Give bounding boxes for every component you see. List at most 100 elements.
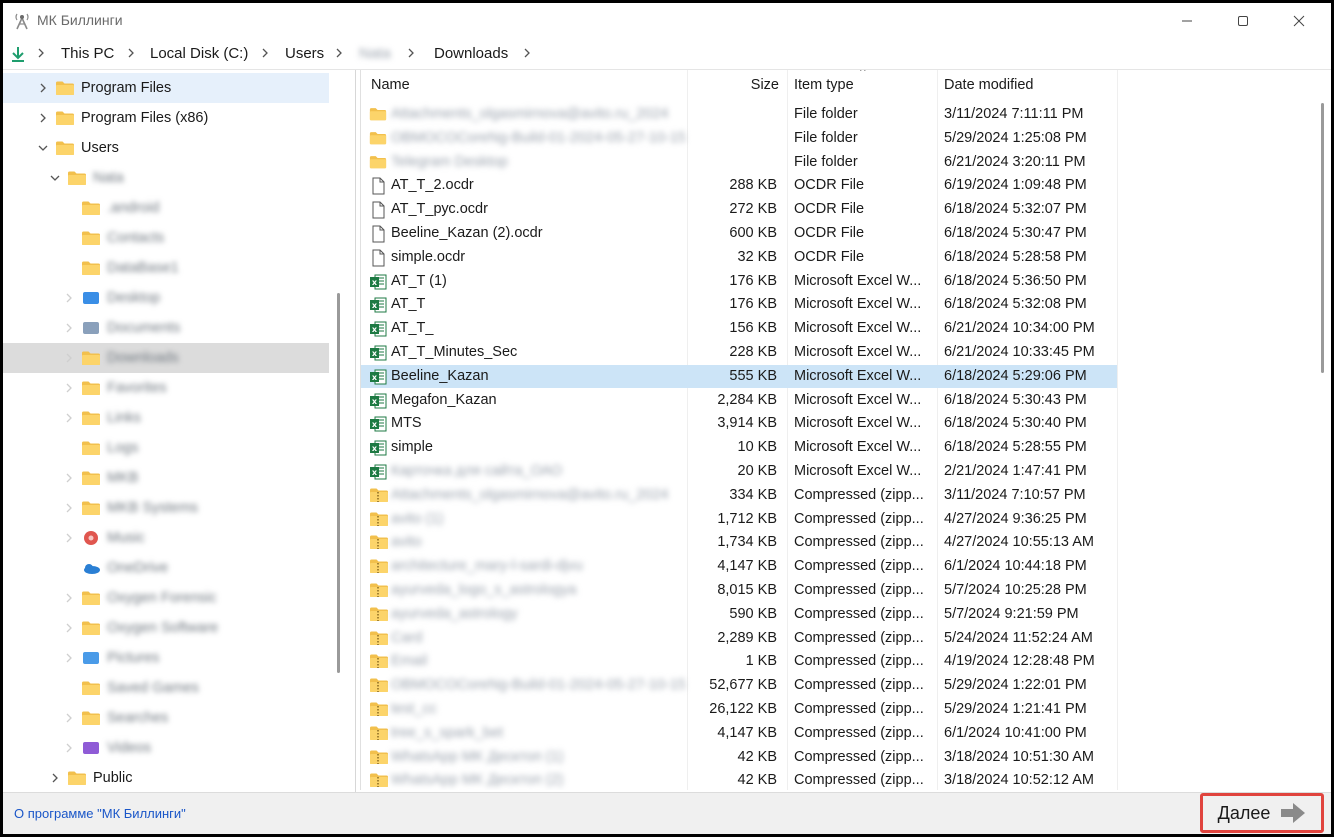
- table-row[interactable]: Email 1 KB Compressed (zipp... 4/19/2024 12…: [361, 650, 1117, 673]
- tree-item[interactable]: Favorites: [3, 373, 329, 403]
- tree-item[interactable]: MKB: [3, 463, 329, 493]
- tree-expander[interactable]: [63, 562, 75, 574]
- table-row[interactable]: OBMOCOCoreNg-Build-01-2024-05-27-10-15-3…: [361, 127, 1117, 150]
- tree-item[interactable]: Downloads: [3, 343, 329, 373]
- table-row[interactable]: x AT_T_ 156 KB Microsoft Excel W... 6/21/202…: [361, 317, 1117, 340]
- breadcrumb-item-downloads[interactable]: Downloads: [434, 45, 508, 62]
- tree-expander[interactable]: [63, 742, 75, 754]
- column-header-size[interactable]: Size: [691, 70, 779, 100]
- tree-item[interactable]: Searches: [3, 703, 329, 733]
- tree-item[interactable]: .android: [3, 193, 329, 223]
- chevron-right-icon[interactable]: [63, 652, 75, 664]
- tree-item[interactable]: OneDrive: [3, 553, 329, 583]
- file-list[interactable]: Name Size Item type ^ Date modified Atta…: [360, 70, 1319, 790]
- tree-item[interactable]: DataBase1: [3, 253, 329, 283]
- tree-item[interactable]: Links: [3, 403, 329, 433]
- tree-item[interactable]: Music: [3, 523, 329, 553]
- table-row[interactable]: WhatsApp MK Десктоп (1) 42 KB Compressed (…: [361, 746, 1117, 769]
- table-row[interactable]: architecture_mary-l-sardi-djvu 4,147 KB Co…: [361, 555, 1117, 578]
- table-row[interactable]: x AT_T (1) 176 KB Microsoft Excel W... 6/18/…: [361, 270, 1117, 293]
- tree-scrollbar[interactable]: [337, 293, 340, 673]
- column-divider[interactable]: [1117, 70, 1118, 790]
- chevron-right-icon[interactable]: [63, 742, 75, 754]
- tree-expander[interactable]: [63, 592, 75, 604]
- table-row[interactable]: x Карточка для сайта_ОАО 20 KB Microsoft Ex…: [361, 460, 1117, 483]
- chevron-down-icon[interactable]: [49, 172, 61, 184]
- chevron-right-icon[interactable]: [63, 412, 75, 424]
- table-row[interactable]: WhatsApp MK Десктоп (2) 42 KB Compressed (…: [361, 769, 1117, 790]
- tree-expander[interactable]: [37, 82, 49, 94]
- tree-item[interactable]: Oxygen Software: [3, 613, 329, 643]
- breadcrumb-item-user-folder[interactable]: Nata: [359, 45, 391, 62]
- table-row[interactable]: x MTS 3,914 KB Microsoft Excel W... 6/18/202…: [361, 412, 1117, 435]
- tree-item[interactable]: Documents: [3, 313, 329, 343]
- table-row[interactable]: ayurveda_astrology 590 KB Compressed (zipp…: [361, 603, 1117, 626]
- tree-expander[interactable]: [63, 502, 75, 514]
- breadcrumb-item-local-disk[interactable]: Local Disk (C:): [150, 45, 248, 62]
- tree-expander[interactable]: [63, 412, 75, 424]
- table-row[interactable]: avito 1,734 KB Compressed (zipp... 4/27/202…: [361, 531, 1117, 554]
- about-link[interactable]: О программе "МК Биллинги": [14, 806, 186, 821]
- column-header-item-type[interactable]: Item type ^: [794, 70, 934, 100]
- table-row[interactable]: Attachments_olgasmirnova@avito.ru_2024 33…: [361, 484, 1117, 507]
- chevron-right-icon[interactable]: [37, 82, 49, 94]
- tree-expander[interactable]: [63, 262, 75, 274]
- tree-item[interactable]: Program Files (x86): [3, 103, 329, 133]
- tree-item[interactable]: Nata: [3, 163, 329, 193]
- chevron-right-icon[interactable]: [63, 532, 75, 544]
- pane-splitter[interactable]: [355, 70, 356, 792]
- maximize-button[interactable]: [1215, 3, 1271, 39]
- tree-item[interactable]: Users: [3, 133, 329, 163]
- chevron-right-icon[interactable]: [63, 292, 75, 304]
- tree-expander[interactable]: [63, 682, 75, 694]
- minimize-button[interactable]: [1159, 3, 1215, 39]
- tree-item[interactable]: Logs: [3, 433, 329, 463]
- tree-item[interactable]: Pictures: [3, 643, 329, 673]
- close-button[interactable]: [1271, 3, 1327, 39]
- tree-expander[interactable]: [63, 322, 75, 334]
- tree-expander[interactable]: [63, 352, 75, 364]
- table-row[interactable]: Beeline_Kazan (2).ocdr 600 KB OCDR File 6/1…: [361, 222, 1117, 245]
- table-row[interactable]: ayurveda_logo_s_astrologya 8,015 KB Compre…: [361, 579, 1117, 602]
- table-row[interactable]: x Beeline_Kazan 555 KB Microsoft Excel W...…: [361, 364, 1117, 388]
- chevron-right-icon[interactable]: [63, 712, 75, 724]
- chevron-right-icon[interactable]: [63, 592, 75, 604]
- tree-item[interactable]: Public: [3, 763, 329, 790]
- tree-expander[interactable]: [63, 712, 75, 724]
- chevron-right-icon[interactable]: [49, 772, 61, 784]
- table-row[interactable]: tree_s_spark_bet 4,147 KB Compressed (zipp…: [361, 722, 1117, 745]
- tree-expander[interactable]: [49, 772, 61, 784]
- table-row[interactable]: AT_T_2.ocdr 288 KB OCDR File 6/19/2024 1:09…: [361, 174, 1117, 197]
- chevron-right-icon[interactable]: [63, 472, 75, 484]
- tree-expander[interactable]: [37, 112, 49, 124]
- column-header-date-modified[interactable]: Date modified: [944, 70, 1114, 100]
- tree-item[interactable]: Videos: [3, 733, 329, 763]
- table-row[interactable]: test_cc 26,122 KB Compressed (zipp... 5/29/…: [361, 698, 1117, 721]
- tree-expander[interactable]: [49, 172, 61, 184]
- tree-item[interactable]: MKB Systems: [3, 493, 329, 523]
- file-list-scrollbar[interactable]: [1321, 103, 1324, 373]
- table-row[interactable]: Card 2,289 KB Compressed (zipp... 5/24/2024…: [361, 627, 1117, 650]
- chevron-right-icon[interactable]: [63, 502, 75, 514]
- tree-item[interactable]: Contacts: [3, 223, 329, 253]
- next-button[interactable]: Далее: [1205, 798, 1319, 828]
- tree-expander[interactable]: [63, 292, 75, 304]
- breadcrumb-item-this-pc[interactable]: This PC: [61, 45, 114, 62]
- column-header-name[interactable]: Name: [371, 70, 671, 100]
- tree-expander[interactable]: [63, 442, 75, 454]
- breadcrumb-item-users[interactable]: Users: [285, 45, 324, 62]
- chevron-right-icon[interactable]: [63, 382, 75, 394]
- tree-item[interactable]: Program Files: [3, 73, 329, 103]
- tree-expander[interactable]: [63, 532, 75, 544]
- tree-expander[interactable]: [63, 472, 75, 484]
- table-row[interactable]: x AT_T_Minutes_Sec 228 KB Microsoft Excel W…: [361, 341, 1117, 364]
- tree-expander[interactable]: [63, 382, 75, 394]
- tree-item[interactable]: Desktop: [3, 283, 329, 313]
- table-row[interactable]: AT_T_рус.ocdr 272 KB OCDR File 6/18/2024 5:…: [361, 198, 1117, 221]
- table-row[interactable]: x Megafon_Kazan 2,284 KB Microsoft Excel W.…: [361, 389, 1117, 412]
- tree-expander[interactable]: [37, 142, 49, 154]
- tree-item[interactable]: Saved Games: [3, 673, 329, 703]
- tree-item[interactable]: Oxygen Forensic: [3, 583, 329, 613]
- table-row[interactable]: x AT_T 176 KB Microsoft Excel W... 6/18/2024…: [361, 293, 1117, 316]
- chevron-right-icon[interactable]: [37, 112, 49, 124]
